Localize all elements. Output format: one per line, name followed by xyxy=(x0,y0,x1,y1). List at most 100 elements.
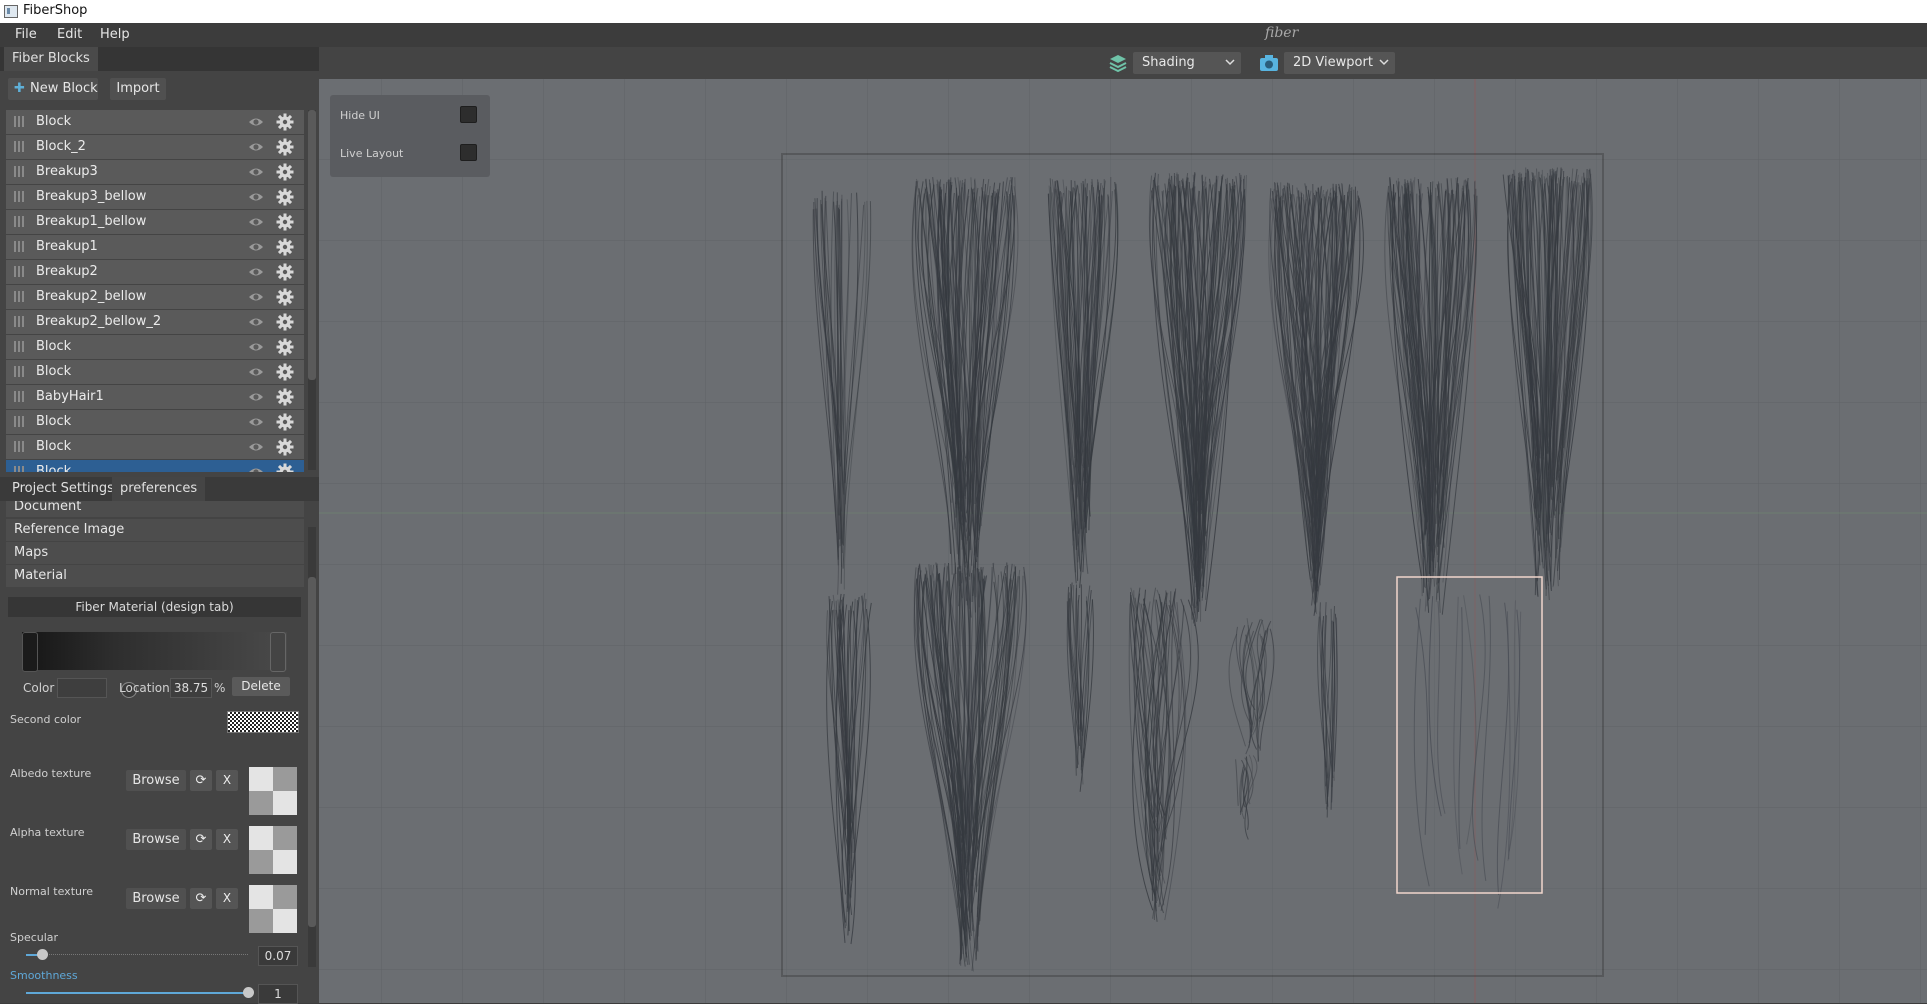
texture-thumbnail[interactable] xyxy=(249,767,297,815)
gear-icon[interactable] xyxy=(276,363,294,381)
block-list-scroll-thumb[interactable] xyxy=(308,110,316,380)
gear-icon[interactable] xyxy=(276,188,294,206)
clear-texture-button[interactable]: X xyxy=(216,888,238,909)
drag-handle-icon[interactable] xyxy=(14,291,24,302)
gear-icon[interactable] xyxy=(276,313,294,331)
gradient-stop-start[interactable] xyxy=(22,632,38,672)
gear-icon[interactable] xyxy=(276,138,294,156)
gear-icon[interactable] xyxy=(276,338,294,356)
section-maps[interactable]: Maps xyxy=(6,542,304,564)
fiber-block-row[interactable]: Breakup1 xyxy=(6,235,304,259)
eye-icon[interactable] xyxy=(248,240,264,254)
drag-handle-icon[interactable] xyxy=(14,391,24,402)
gear-icon[interactable] xyxy=(276,263,294,281)
eye-icon[interactable] xyxy=(248,465,264,472)
specular-value-field[interactable]: 0.07 xyxy=(258,946,298,966)
drag-handle-icon[interactable] xyxy=(14,316,24,327)
refresh-icon[interactable]: ⟳ xyxy=(190,829,212,850)
browse-button[interactable]: Browse xyxy=(126,888,186,909)
gear-icon[interactable] xyxy=(276,238,294,256)
eye-icon[interactable] xyxy=(248,115,264,129)
fiber-block-row[interactable]: Block xyxy=(6,410,304,434)
eye-icon[interactable] xyxy=(248,290,264,304)
specular-slider-track[interactable] xyxy=(26,954,248,956)
eye-icon[interactable] xyxy=(248,265,264,279)
eye-icon[interactable] xyxy=(248,415,264,429)
texture-thumbnail[interactable] xyxy=(249,885,297,933)
eye-icon[interactable] xyxy=(248,390,264,404)
drag-handle-icon[interactable] xyxy=(14,241,24,252)
eye-icon[interactable] xyxy=(248,440,264,454)
drag-handle-icon[interactable] xyxy=(14,366,24,377)
fiber-block-row[interactable]: Block xyxy=(6,360,304,384)
tab-project-settings[interactable]: Project Settings xyxy=(4,477,123,501)
smoothness-slider-handle[interactable] xyxy=(243,987,254,998)
live-layout-checkbox[interactable] xyxy=(460,144,477,161)
drag-handle-icon[interactable] xyxy=(14,441,24,452)
menu-file[interactable]: File xyxy=(15,27,37,42)
fiber-block-row[interactable]: Breakup1_bellow xyxy=(6,210,304,234)
smoothness-value-field[interactable]: 1 xyxy=(258,984,298,1004)
fiber-block-row[interactable]: Breakup2 xyxy=(6,260,304,284)
tab-preferences[interactable]: preferences xyxy=(112,477,206,501)
eye-icon[interactable] xyxy=(248,140,264,154)
settings-scrollbar[interactable] xyxy=(308,527,316,967)
fiber-block-row[interactable]: Block xyxy=(6,335,304,359)
clear-texture-button[interactable]: X xyxy=(216,829,238,850)
gear-icon[interactable] xyxy=(276,213,294,231)
drag-handle-icon[interactable] xyxy=(14,341,24,352)
drag-handle-icon[interactable] xyxy=(14,166,24,177)
section-document[interactable]: Document xyxy=(6,501,304,517)
gear-icon[interactable] xyxy=(276,438,294,456)
fiber-block-row[interactable]: Block xyxy=(6,110,304,134)
drag-handle-icon[interactable] xyxy=(14,116,24,127)
tab-fiber-blocks[interactable]: Fiber Blocks xyxy=(4,47,98,71)
hide-ui-checkbox[interactable] xyxy=(460,106,477,123)
fiber-block-row[interactable]: Breakup2_bellow_2 xyxy=(6,310,304,334)
eye-icon[interactable] xyxy=(248,165,264,179)
new-block-button[interactable]: ✚ New Block xyxy=(8,78,98,100)
fiber-block-row[interactable]: Block xyxy=(6,460,304,472)
gradient-bar[interactable] xyxy=(22,632,287,670)
section-reference-image[interactable]: Reference Image xyxy=(6,519,304,541)
delete-stop-button[interactable]: Delete xyxy=(232,677,290,696)
shading-dropdown[interactable]: Shading xyxy=(1133,52,1241,74)
menu-edit[interactable]: Edit xyxy=(57,27,82,42)
gear-icon[interactable] xyxy=(276,463,294,472)
refresh-icon[interactable]: ⟳ xyxy=(190,770,212,791)
refresh-icon[interactable]: ⟳ xyxy=(190,888,212,909)
browse-button[interactable]: Browse xyxy=(126,829,186,850)
viewport[interactable] xyxy=(319,47,1927,1003)
fiber-block-row[interactable]: Breakup3_bellow xyxy=(6,185,304,209)
eye-icon[interactable] xyxy=(248,340,264,354)
color-swatch[interactable] xyxy=(57,678,107,698)
section-material[interactable]: Material xyxy=(6,565,304,587)
import-button[interactable]: Import xyxy=(110,78,166,100)
fiber-block-row[interactable]: Block xyxy=(6,435,304,459)
block-list-scrollbar[interactable] xyxy=(308,110,316,470)
second-color-swatch[interactable] xyxy=(227,711,299,733)
settings-scroll-thumb[interactable] xyxy=(308,577,316,927)
location-field[interactable]: 38.75 xyxy=(170,678,212,698)
viewport-mode-dropdown[interactable]: 2D Viewport xyxy=(1284,52,1395,74)
texture-thumbnail[interactable] xyxy=(249,826,297,874)
menu-help[interactable]: Help xyxy=(100,27,130,42)
fiber-block-row[interactable]: Breakup2_bellow xyxy=(6,285,304,309)
eye-icon[interactable] xyxy=(248,215,264,229)
gear-icon[interactable] xyxy=(276,288,294,306)
clear-texture-button[interactable]: X xyxy=(216,770,238,791)
viewport-canvas[interactable] xyxy=(319,47,1927,1003)
gear-icon[interactable] xyxy=(276,163,294,181)
specular-slider-handle[interactable] xyxy=(36,949,48,960)
drag-handle-icon[interactable] xyxy=(14,191,24,202)
drag-handle-icon[interactable] xyxy=(14,466,24,472)
fiber-block-row[interactable]: Breakup3 xyxy=(6,160,304,184)
drag-handle-icon[interactable] xyxy=(14,416,24,427)
drag-handle-icon[interactable] xyxy=(14,266,24,277)
eye-icon[interactable] xyxy=(248,315,264,329)
drag-handle-icon[interactable] xyxy=(14,141,24,152)
drag-handle-icon[interactable] xyxy=(14,216,24,227)
browse-button[interactable]: Browse xyxy=(126,770,186,791)
fiber-block-row[interactable]: BabyHair1 xyxy=(6,385,304,409)
eye-icon[interactable] xyxy=(248,190,264,204)
